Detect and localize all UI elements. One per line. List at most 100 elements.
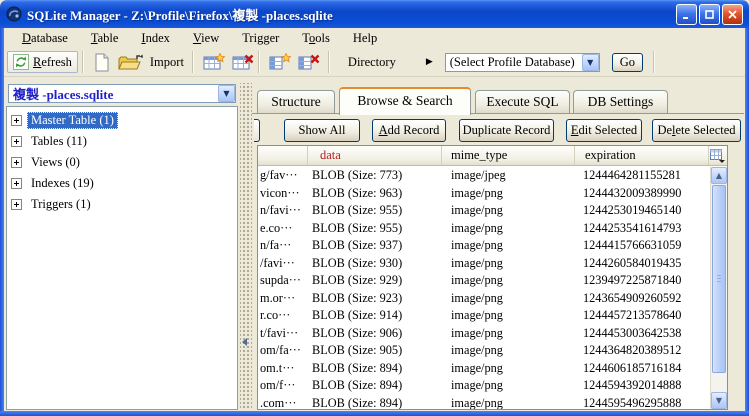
chevron-down-icon[interactable]: ▼ xyxy=(218,85,235,102)
table-row[interactable]: g/fav··· BLOB (Size: 773) image/jpeg 124446… xyxy=(258,167,727,185)
expander-plus-icon[interactable] xyxy=(11,178,22,189)
column-header-url[interactable] xyxy=(258,146,308,165)
cell-data: BLOB (Size: 937) xyxy=(312,238,403,252)
tree-item-triggers[interactable]: Triggers (1) xyxy=(7,194,237,215)
table-row[interactable]: t/favi··· BLOB (Size: 906) image/png 124445… xyxy=(258,325,727,343)
menu-database[interactable]: Database xyxy=(14,30,76,47)
maximize-button[interactable] xyxy=(699,3,720,25)
tree-item-indexes[interactable]: Indexes (19) xyxy=(7,173,237,194)
cell-mime-type: image/png xyxy=(451,238,503,252)
column-header-mime-type[interactable]: mime_type xyxy=(442,146,575,165)
create-table-icon[interactable] xyxy=(203,53,225,71)
profile-database-select[interactable]: (Select Profile Database) ▼ xyxy=(444,52,600,72)
column-picker-icon[interactable] xyxy=(709,147,726,164)
menu-tools[interactable]: Tools xyxy=(294,30,338,47)
create-index-icon[interactable] xyxy=(269,53,291,71)
expander-plus-icon[interactable] xyxy=(11,115,22,126)
table-row[interactable]: .com··· BLOB (Size: 894) image/png 12445954… xyxy=(258,395,727,410)
tab-db-settings[interactable]: DB Settings xyxy=(573,90,668,114)
cell-expiration: 1244253019465140 xyxy=(583,203,682,217)
cell-expiration: 1244594392014888 xyxy=(583,378,682,392)
cell-expiration: 1244364820389512 xyxy=(583,343,682,357)
add-record-button[interactable]: Add Record xyxy=(372,119,446,142)
menu-help[interactable]: Help xyxy=(345,30,385,47)
vertical-scrollbar[interactable]: ▲ ▼ xyxy=(710,167,727,409)
table-row[interactable]: n/fa··· BLOB (Size: 937) image/png 12444157… xyxy=(258,237,727,255)
table-row[interactable]: supda··· BLOB (Size: 929) image/png 1239497… xyxy=(258,272,727,290)
toolbar-separator xyxy=(81,51,84,73)
minimize-button[interactable] xyxy=(676,3,697,25)
results-grid: data mime_type expiration g/fav··· BLOB … xyxy=(257,145,728,410)
tab-browse-search[interactable]: Browse & Search xyxy=(339,87,471,115)
expander-plus-icon[interactable] xyxy=(11,136,22,147)
table-row[interactable]: e.co··· BLOB (Size: 955) image/png 12442535… xyxy=(258,220,727,238)
column-header-expiration[interactable]: expiration xyxy=(575,146,709,165)
refresh-label: Refresh xyxy=(33,54,72,69)
expander-plus-icon[interactable] xyxy=(11,199,22,210)
clipped-button[interactable] xyxy=(254,119,260,142)
cell-data: BLOB (Size: 894) xyxy=(312,395,403,410)
tree-item-tables[interactable]: Tables (11) xyxy=(7,131,237,152)
tree-item-master-table[interactable]: Master Table (1) xyxy=(7,110,237,131)
refresh-icon xyxy=(13,54,29,70)
cell-data: BLOB (Size: 923) xyxy=(312,290,403,305)
cell-mime-type: image/png xyxy=(451,378,503,392)
new-database-icon[interactable] xyxy=(93,53,110,72)
tab-structure[interactable]: Structure xyxy=(257,90,335,114)
chevron-down-icon[interactable]: ▼ xyxy=(581,53,599,71)
cell-url: e.co··· xyxy=(260,220,293,235)
cell-mime-type: image/png xyxy=(451,343,503,357)
expander-plus-icon[interactable] xyxy=(11,157,22,168)
panel-splitter[interactable] xyxy=(240,83,252,410)
collapse-left-icon[interactable] xyxy=(242,338,247,346)
go-button[interactable]: Go xyxy=(611,52,644,72)
cell-data: BLOB (Size: 914) xyxy=(312,308,403,322)
refresh-button[interactable]: Refresh xyxy=(7,51,78,73)
column-header-data[interactable]: data xyxy=(308,146,442,165)
scrollbar-grip xyxy=(717,275,721,283)
drop-table-icon[interactable] xyxy=(232,53,254,71)
tree-item-label: Tables (11) xyxy=(31,134,87,148)
cell-url: /favi··· xyxy=(260,255,295,270)
menu-trigger[interactable]: Trigger xyxy=(234,30,287,47)
table-row[interactable]: r.co··· BLOB (Size: 914) image/png 12444572… xyxy=(258,307,727,325)
table-row[interactable]: n/favi··· BLOB (Size: 955) image/png 124425… xyxy=(258,202,727,220)
database-selector-value: 複製 -places.sqlite xyxy=(13,87,114,102)
grid-header: data mime_type expiration xyxy=(258,146,727,166)
table-row[interactable]: /favi··· BLOB (Size: 930) image/png 1244260… xyxy=(258,255,727,273)
window-border-right xyxy=(745,28,749,416)
show-all-button[interactable]: Show All xyxy=(284,119,360,142)
edit-selected-button[interactable]: Edit Selected xyxy=(566,119,642,142)
table-row[interactable]: m.or··· BLOB (Size: 923) image/png 12436549… xyxy=(258,290,727,308)
drop-index-icon[interactable] xyxy=(298,53,320,71)
menu-view[interactable]: View xyxy=(185,30,227,47)
delete-selected-button[interactable]: Delete Selected xyxy=(652,119,741,142)
open-database-icon[interactable] xyxy=(118,53,144,71)
duplicate-record-button[interactable]: Duplicate Record xyxy=(459,119,554,142)
tree-item-views[interactable]: Views (0) xyxy=(7,152,237,173)
database-selector[interactable]: 複製 -places.sqlite ▼ xyxy=(8,84,236,103)
table-row[interactable]: vicon··· BLOB (Size: 963) image/png 1244432… xyxy=(258,185,727,203)
scrollbar-thumb[interactable] xyxy=(712,185,726,373)
menu-table[interactable]: Table xyxy=(83,30,127,47)
toolbar-separator xyxy=(257,51,260,73)
cell-mime-type: image/png xyxy=(451,290,503,305)
toolbar-separator xyxy=(191,51,194,73)
scroll-up-icon[interactable]: ▲ xyxy=(711,167,727,184)
close-button[interactable] xyxy=(722,3,743,25)
table-row[interactable]: om/f··· BLOB (Size: 894) image/png 12445943… xyxy=(258,377,727,395)
directory-arrow-icon[interactable]: ▶ xyxy=(422,55,437,69)
cell-data: BLOB (Size: 906) xyxy=(312,325,403,340)
table-row[interactable]: om.t··· BLOB (Size: 894) image/png 12446061… xyxy=(258,360,727,378)
cell-url: supda··· xyxy=(260,273,301,287)
cell-expiration: 1244260584019435 xyxy=(583,255,682,270)
table-row[interactable]: om/fa··· BLOB (Size: 905) image/png 1244364… xyxy=(258,342,727,360)
cell-data: BLOB (Size: 930) xyxy=(312,255,403,270)
import-label[interactable]: Import xyxy=(150,55,184,70)
cell-data: BLOB (Size: 929) xyxy=(312,273,403,287)
menu-index[interactable]: Index xyxy=(133,30,177,47)
tab-execute-sql[interactable]: Execute SQL xyxy=(475,90,570,114)
cell-url: t/favi··· xyxy=(260,325,299,340)
scroll-down-icon[interactable]: ▼ xyxy=(711,392,727,409)
cell-data: BLOB (Size: 955) xyxy=(312,203,403,217)
